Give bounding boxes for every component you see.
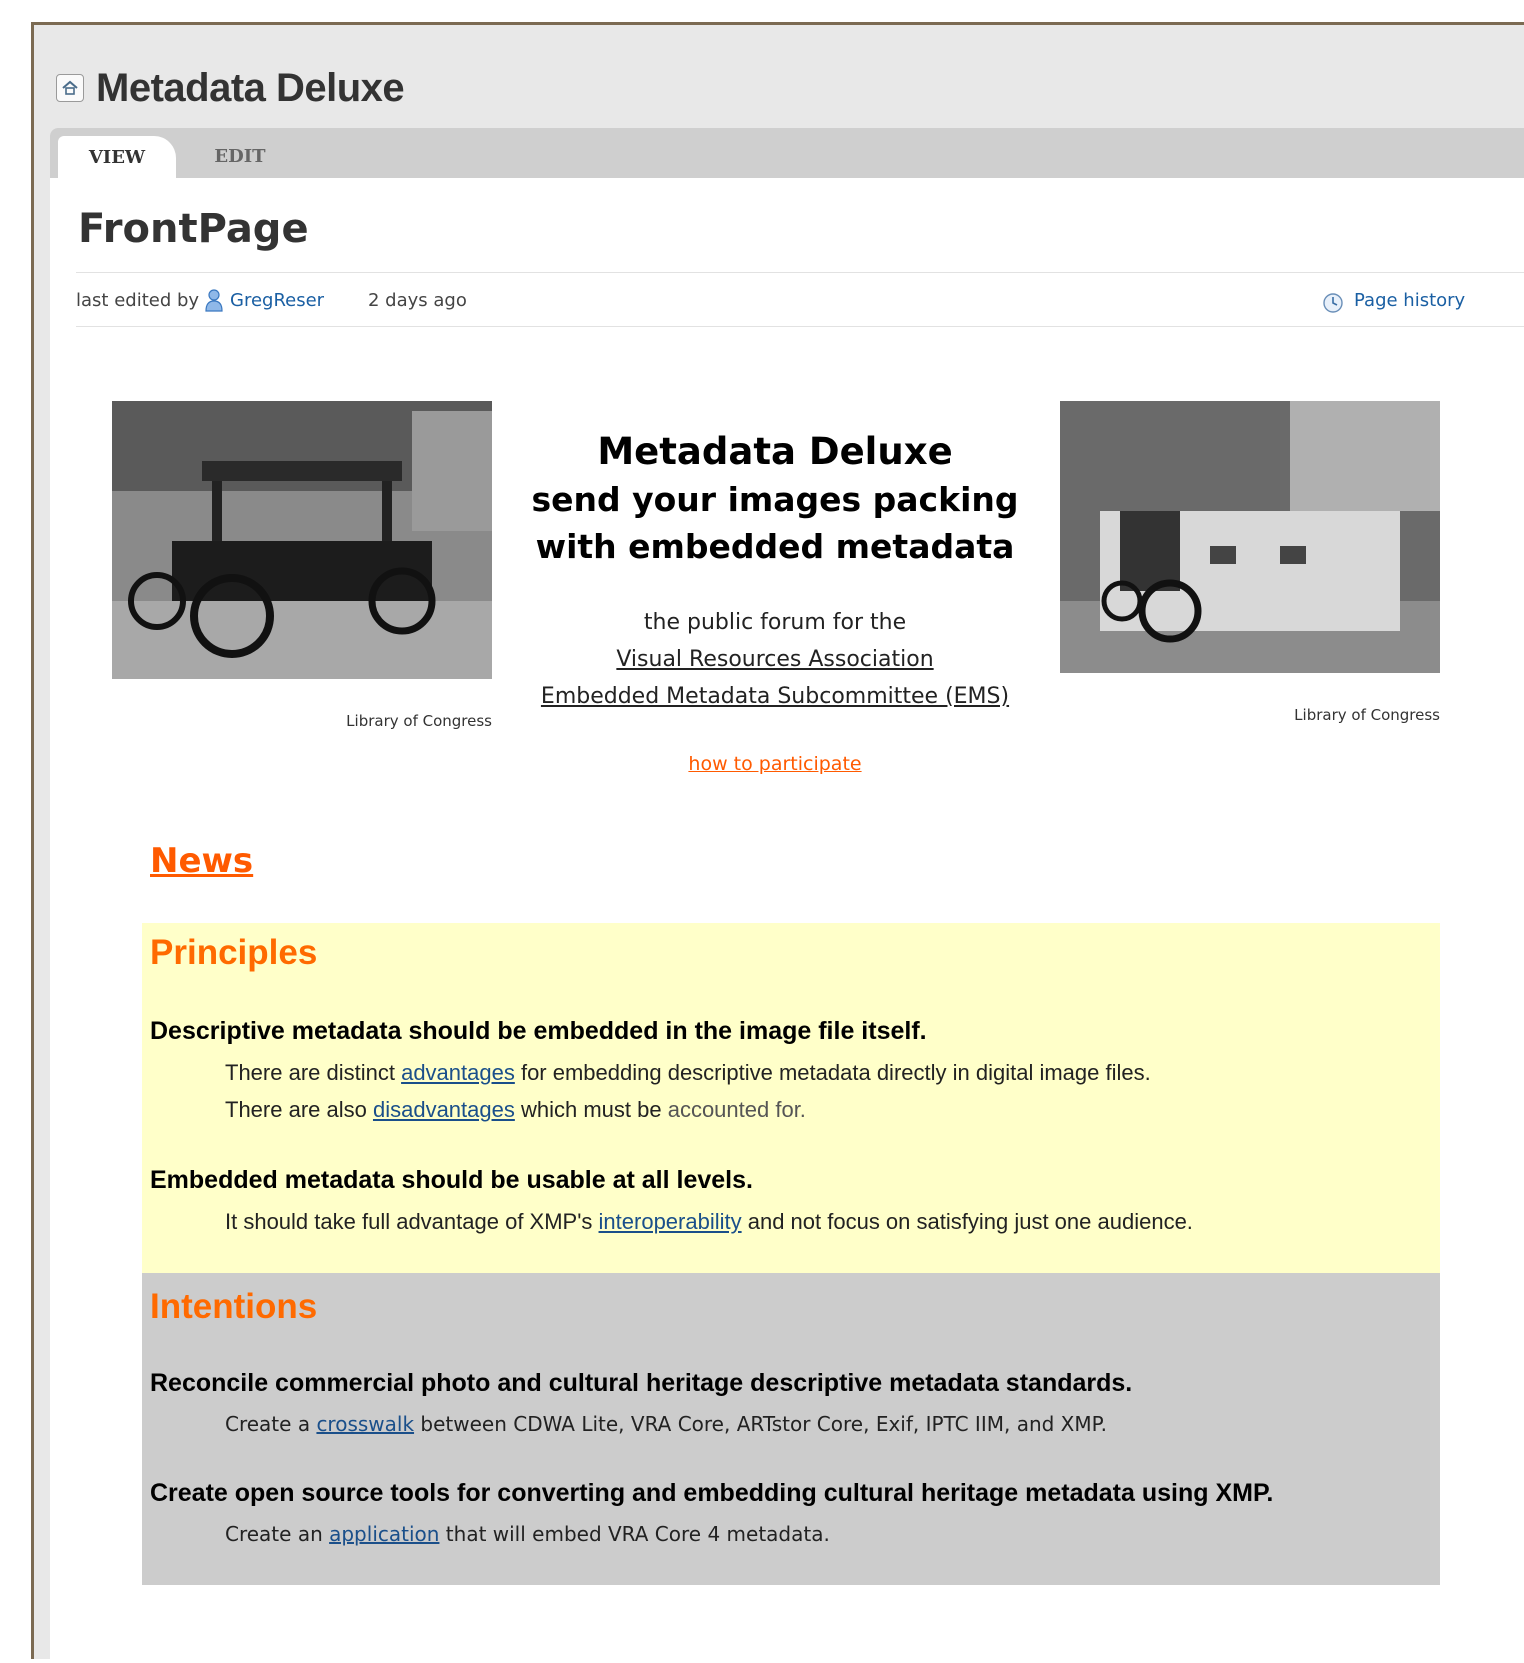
tab-edit[interactable]: EDIT [182, 136, 298, 178]
app-frame: Metadata Deluxe VIEW EDIT FrontPage last… [31, 22, 1524, 1663]
participate-link[interactable]: how to participate [688, 753, 861, 775]
intentions-section: Intentions Reconcile commercial photo an… [142, 1273, 1440, 1585]
hero-subtitle: with embedded metadata [535, 527, 1015, 566]
image-caption: Library of Congress [346, 712, 492, 730]
vintage-truck-photo [112, 401, 492, 679]
ems-link[interactable]: Embedded Metadata Subcommittee (EMS) [541, 684, 1009, 709]
vra-link[interactable]: Visual Resources Association [616, 647, 933, 672]
image-caption: Library of Congress [1294, 706, 1440, 724]
principle-title: Embedded metadata should be usable at al… [150, 1166, 753, 1194]
principle-text: It should take full advantage of XMP's i… [225, 1209, 1193, 1234]
user-icon [205, 289, 223, 312]
hero-subtitle: send your images packing [531, 480, 1019, 519]
home-icon[interactable] [56, 74, 84, 102]
intention-text: Create an application that will embed VR… [225, 1522, 830, 1546]
intention-title: Create open source tools for converting … [150, 1479, 1274, 1507]
intentions-heading: Intentions [150, 1287, 318, 1326]
last-edited-label: last edited by [76, 290, 200, 311]
advantages-link[interactable]: advantages [401, 1060, 515, 1085]
hero-title: Metadata Deluxe [597, 430, 953, 473]
history-icon[interactable] [1322, 292, 1344, 314]
principle-title: Descriptive metadata should be embedded … [150, 1017, 927, 1045]
principle-text: There are distinct advantages for embedd… [225, 1060, 1151, 1085]
tab-view[interactable]: VIEW [58, 136, 176, 178]
content-panel: VIEW EDIT FrontPage last edited by GregR… [50, 128, 1524, 1663]
intention-title: Reconcile commercial photo and cultural … [150, 1369, 1133, 1397]
divider [76, 272, 1524, 273]
principles-section: Principles Descriptive metadata should b… [142, 923, 1440, 1273]
application-link[interactable]: application [329, 1522, 439, 1546]
tab-bar: VIEW EDIT [50, 128, 1524, 178]
principle-text: There are also disadvantages which must … [225, 1097, 806, 1122]
divider [76, 326, 1524, 327]
page-title: FrontPage [78, 206, 309, 252]
page-history-link[interactable]: Page history [1354, 290, 1465, 311]
principles-heading: Principles [150, 933, 318, 972]
car-tent-photo [1060, 401, 1440, 673]
intention-text: Create a crosswalk between CDWA Lite, VR… [225, 1412, 1107, 1436]
forum-intro: the public forum for the [643, 610, 907, 635]
crosswalk-link[interactable]: crosswalk [316, 1412, 414, 1436]
page-meta: last edited by GregReser 2 days ago Page… [76, 286, 1524, 316]
disadvantages-link[interactable]: disadvantages [373, 1097, 515, 1122]
site-header: Metadata Deluxe [56, 63, 405, 113]
edited-time: 2 days ago [368, 290, 467, 311]
interoperability-link[interactable]: interoperability [599, 1209, 742, 1234]
editor-link[interactable]: GregReser [230, 290, 324, 311]
site-title[interactable]: Metadata Deluxe [96, 66, 405, 111]
news-link[interactable]: News [150, 841, 253, 881]
hero: Metadata Deluxe send your images packing… [500, 428, 1050, 775]
